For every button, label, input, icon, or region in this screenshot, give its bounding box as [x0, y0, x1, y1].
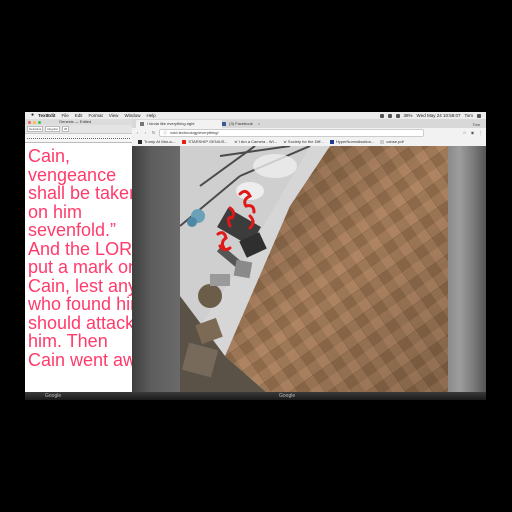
- window-title: Genesis — Edited: [59, 119, 92, 124]
- reload-icon[interactable]: ↻: [151, 130, 156, 135]
- text-line: And the LORD: [28, 238, 133, 259]
- tab-everything[interactable]: I kinda like everything.right: [136, 120, 222, 128]
- facebook-favicon-icon: [222, 121, 226, 126]
- textedit-window: Genesis — Edited Helvetica Regular 36 Ca…: [25, 119, 133, 400]
- bookmark-label: ‘a’ Society for the Diff...: [282, 139, 324, 144]
- text-line: who found him: [28, 294, 132, 314]
- text-line: vengeance: [28, 164, 117, 185]
- bookmark-item[interactable]: Trump At Mar-a-...: [138, 139, 176, 144]
- menu-bar: ● TextEdit File Edit Format View Window …: [25, 112, 486, 119]
- close-tab-icon[interactable]: ×: [258, 121, 260, 126]
- bookmark-item[interactable]: HyperNormalisation...: [329, 139, 375, 144]
- text-line: shall be taken: [28, 183, 133, 203]
- blurred-right-panel: [448, 146, 486, 400]
- bookmark-star-icon[interactable]: ☆: [462, 130, 467, 135]
- zoom-window-button[interactable]: [38, 120, 41, 124]
- menu-help[interactable]: Help: [146, 112, 155, 119]
- status-icon[interactable]: [379, 113, 384, 118]
- forward-icon[interactable]: ›: [143, 130, 148, 135]
- dock-label-left[interactable]: Google: [45, 393, 61, 399]
- pdf-icon: [380, 139, 385, 144]
- bookmark-item[interactable]: ‘a’ Society for the Diff...: [283, 139, 324, 144]
- bookmark-label: Trump At Mar-a-...: [144, 139, 177, 144]
- bookmark-label: STARSHIP GENIUS...: [188, 139, 228, 144]
- close-window-button[interactable]: [28, 120, 31, 124]
- browser-window: I kinda like everything.right (3) Facebo…: [132, 119, 486, 400]
- url-text: void.technology/everything/: [170, 129, 219, 135]
- bookmark-item[interactable]: ‘a’ I Am a Camera - Wi...: [234, 139, 277, 144]
- tab-label: I kinda like everything.right: [147, 121, 195, 126]
- menu-format[interactable]: Format: [88, 112, 102, 119]
- format-toolbar: Helvetica Regular 36: [25, 125, 132, 134]
- address-bar[interactable]: ⓘ void.technology/everything/: [159, 128, 424, 137]
- youtube-icon: [182, 139, 187, 144]
- bookmark-favicon-icon: [329, 139, 334, 144]
- text-line: Cain went awa: [28, 349, 132, 370]
- minimize-window-button[interactable]: [33, 120, 36, 124]
- tab-bar: I kinda like everything.right (3) Facebo…: [132, 119, 486, 128]
- bookmark-label: canse.pdf: [386, 139, 404, 144]
- 3d-scene[interactable]: [180, 146, 448, 400]
- navigation-bar: ‹ › ↻ ⓘ void.technology/everything/ ☆ ◉ …: [132, 128, 486, 137]
- screenshot: ● TextEdit File Edit Format View Window …: [25, 112, 486, 400]
- menu-edit[interactable]: Edit: [75, 112, 83, 119]
- tab-facebook[interactable]: (3) Facebook ×: [218, 120, 308, 128]
- dock-strip: Google Google: [25, 392, 486, 400]
- text-line: him. Then: [28, 331, 108, 351]
- battery-label[interactable]: 38%: [404, 112, 413, 119]
- menu-window[interactable]: Window: [124, 112, 140, 119]
- font-family-select[interactable]: Helvetica: [27, 126, 44, 132]
- font-style-select[interactable]: Regular: [45, 126, 60, 132]
- user-name[interactable]: Tom: [464, 112, 473, 119]
- text-line: sevenfold.”: [28, 220, 117, 240]
- menu-app-name[interactable]: TextEdit: [38, 112, 55, 119]
- bookmark-favicon-icon: [138, 139, 142, 144]
- back-icon[interactable]: ‹: [135, 130, 140, 135]
- font-size-select[interactable]: 36: [61, 126, 70, 132]
- menu-kebab-icon[interactable]: ⋮: [478, 130, 483, 135]
- text-line: put a mark on: [28, 257, 133, 277]
- dock-label-right[interactable]: Google: [279, 393, 295, 399]
- extension-icon[interactable]: ◉: [470, 130, 475, 135]
- tab-label: (3) Facebook: [229, 121, 253, 126]
- text-line: on him: [28, 201, 83, 222]
- bookmark-item[interactable]: canse.pdf: [380, 139, 404, 144]
- bookmark-item[interactable]: STARSHIP GENIUS...: [182, 139, 228, 144]
- blurred-left-panel: [132, 146, 180, 400]
- clock[interactable]: Wed May 24 10:58:07: [417, 112, 461, 119]
- bookmark-label: HyperNormalisation...: [335, 139, 375, 144]
- menu-file[interactable]: File: [61, 112, 68, 119]
- bookmark-label: ‘a’ I Am a Camera - Wi...: [233, 139, 277, 144]
- volume-icon[interactable]: [395, 113, 400, 118]
- profile-button[interactable]: Tom: [472, 120, 480, 129]
- text-line: Cain, lest any: [28, 275, 133, 296]
- page-favicon-icon: [140, 121, 144, 126]
- text-line: should attack: [28, 312, 133, 333]
- document-body[interactable]: Cain, vengeance shall be taken on him se…: [25, 143, 132, 369]
- menu-view[interactable]: View: [109, 112, 119, 119]
- page-content: [132, 146, 486, 400]
- document-text[interactable]: Cain, vengeance shall be taken on him se…: [28, 146, 133, 370]
- wifi-icon[interactable]: [387, 113, 392, 118]
- info-icon[interactable]: ⓘ: [163, 130, 167, 135]
- search-icon[interactable]: [477, 113, 481, 118]
- scene-drawing: [180, 146, 448, 400]
- text-line: Cain,: [28, 146, 71, 166]
- textedit-titlebar: Genesis — Edited: [25, 119, 132, 125]
- ruler[interactable]: [25, 134, 132, 143]
- apple-menu-icon[interactable]: ●: [31, 112, 34, 119]
